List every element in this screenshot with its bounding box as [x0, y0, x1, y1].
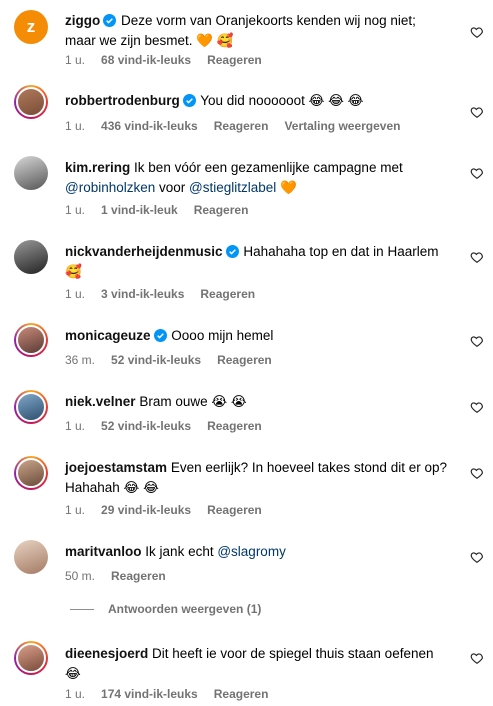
comment-meta: 1 u. 174 vind-ik-leuks Reageren — [65, 687, 284, 701]
likes-count[interactable]: 29 vind-ik-leuks — [101, 503, 191, 517]
avatar[interactable] — [14, 390, 48, 424]
username-link[interactable]: nickvanderheijdenmusic — [65, 244, 223, 259]
comment-meta: 50 m. Reageren — [65, 569, 182, 583]
username-link[interactable]: niek.velner — [65, 394, 136, 409]
reply-button[interactable]: Reageren — [207, 53, 262, 67]
reply-button[interactable]: Reageren — [200, 287, 255, 301]
brand-logo-icon: z — [14, 10, 48, 44]
likes-count[interactable]: 174 vind-ik-leuks — [101, 687, 198, 701]
like-heart-icon[interactable] — [470, 250, 484, 264]
profile-photo — [16, 392, 46, 422]
verified-badge-icon — [182, 94, 196, 107]
profile-photo — [16, 643, 46, 673]
comment-text: Oooo mijn hemel — [171, 328, 274, 343]
likes-count[interactable]: 1 vind-ik-leuk — [101, 203, 178, 217]
likes-count[interactable]: 52 vind-ik-leuks — [101, 419, 191, 433]
comment-text: Ik ben vóór een gezamenlijke campagne me… — [134, 160, 403, 175]
mention-link[interactable]: @stieglitzlabel — [189, 180, 276, 195]
reply-button[interactable]: Reageren — [207, 419, 262, 433]
comment-meta: 1 u. 29 vind-ik-leuks Reageren — [65, 503, 278, 517]
comment-body: robbertrodenburg You did noooooot 😂 😂 😂 — [65, 91, 450, 111]
comment-time[interactable]: 1 u. — [65, 687, 85, 701]
comment-time[interactable]: 1 u. — [65, 503, 85, 517]
comment-body: niek.velner Bram ouwe 😭 😭 — [65, 392, 450, 412]
verified-badge-icon — [153, 329, 167, 342]
comment-time[interactable]: 1 u. — [65, 203, 85, 217]
view-replies-label: Antwoorden weergeven (1) — [108, 602, 262, 616]
verified-badge-icon — [103, 14, 117, 27]
comment-time[interactable]: 1 u. — [65, 53, 85, 67]
comment-text: voor — [155, 180, 190, 195]
avatar[interactable] — [14, 540, 48, 574]
comment-meta: 1 u. 436 vind-ik-leuks Reageren Vertaling w… — [65, 119, 417, 133]
username-link[interactable]: maritvanloo — [65, 544, 142, 559]
verified-badge-icon — [225, 245, 239, 258]
avatar[interactable] — [14, 323, 48, 357]
comment-text: Deze vorm van Oranjekoorts kenden wij no… — [65, 13, 416, 48]
likes-count[interactable]: 52 vind-ik-leuks — [111, 353, 201, 367]
replies-divider — [70, 609, 94, 611]
comment-time[interactable]: 1 u. — [65, 287, 85, 301]
username-link[interactable]: joejoestamstam — [65, 460, 167, 475]
profile-photo — [16, 87, 46, 117]
like-heart-icon[interactable] — [470, 466, 484, 480]
comment-body: joejoestamstam Even eerlijk? In hoeveel … — [65, 458, 450, 498]
translate-button[interactable]: Vertaling weergeven — [284, 119, 400, 133]
profile-photo — [14, 540, 48, 574]
avatar[interactable] — [14, 641, 48, 675]
profile-photo — [14, 240, 48, 274]
comment-text: Bram ouwe 😭 😭 — [139, 394, 247, 409]
likes-count[interactable]: 436 vind-ik-leuks — [101, 119, 198, 133]
username-link[interactable]: dieenesjoerd — [65, 646, 148, 661]
comment-meta: 1 u. 52 vind-ik-leuks Reageren — [65, 419, 278, 433]
comment-text: You did noooooot 😂 😂 😂 — [200, 93, 364, 108]
like-heart-icon[interactable] — [470, 166, 484, 180]
comment-meta: 1 u. 3 vind-ik-leuks Reageren — [65, 287, 271, 301]
avatar[interactable] — [14, 456, 48, 490]
reply-button[interactable]: Reageren — [214, 687, 269, 701]
like-heart-icon[interactable] — [470, 651, 484, 665]
likes-count[interactable]: 3 vind-ik-leuks — [101, 287, 184, 301]
avatar[interactable] — [14, 240, 48, 274]
reply-button[interactable]: Reageren — [207, 503, 262, 517]
like-heart-icon[interactable] — [470, 334, 484, 348]
username-link[interactable]: kim.rering — [65, 160, 130, 175]
comment-body: maritvanloo Ik jank echt @slagromy — [65, 542, 450, 562]
like-heart-icon[interactable] — [470, 550, 484, 564]
comment-body: ziggo Deze vorm van Oranjekoorts kenden … — [65, 11, 450, 51]
comment-time[interactable]: 1 u. — [65, 419, 85, 433]
comment-text: 🧡 — [276, 180, 297, 195]
reply-button[interactable]: Reageren — [111, 569, 166, 583]
comment-time[interactable]: 36 m. — [65, 353, 95, 367]
comment-body: dieenesjoerd Dit heeft ie voor de spiege… — [65, 644, 450, 684]
profile-photo — [16, 325, 46, 355]
comment-body: monicageuze Oooo mijn hemel — [65, 326, 450, 346]
username-link[interactable]: monicageuze — [65, 328, 151, 343]
reply-button[interactable]: Reageren — [217, 353, 272, 367]
comment-body: nickvanderheijdenmusic Hahahaha top en d… — [65, 242, 450, 282]
username-link[interactable]: robbertrodenburg — [65, 93, 180, 108]
mention-link[interactable]: @slagromy — [217, 544, 285, 559]
mention-link[interactable]: @robinholzken — [65, 180, 155, 195]
comment-time[interactable]: 50 m. — [65, 569, 95, 583]
comment-body: kim.rering Ik ben vóór een gezamenlijke … — [65, 158, 450, 198]
like-heart-icon[interactable] — [470, 105, 484, 119]
like-heart-icon[interactable] — [470, 400, 484, 414]
comment-meta: 36 m. 52 vind-ik-leuks Reageren — [65, 353, 288, 367]
username-link[interactable]: ziggo — [65, 13, 100, 28]
comment-meta: 1 u. 68 vind-ik-leuks Reageren — [65, 53, 278, 67]
comment-text: Ik jank echt — [145, 544, 218, 559]
reply-button[interactable]: Reageren — [194, 203, 249, 217]
like-heart-icon[interactable] — [470, 25, 484, 39]
reply-button[interactable]: Reageren — [214, 119, 269, 133]
avatar[interactable] — [14, 156, 48, 190]
likes-count[interactable]: 68 vind-ik-leuks — [101, 53, 191, 67]
view-replies-button[interactable]: Antwoorden weergeven (1) — [70, 602, 261, 616]
profile-photo — [14, 156, 48, 190]
avatar[interactable] — [14, 85, 48, 119]
comment-time[interactable]: 1 u. — [65, 119, 85, 133]
comment-meta: 1 u. 1 vind-ik-leuk Reageren — [65, 203, 264, 217]
profile-photo — [16, 458, 46, 488]
avatar[interactable]: z — [14, 10, 48, 44]
